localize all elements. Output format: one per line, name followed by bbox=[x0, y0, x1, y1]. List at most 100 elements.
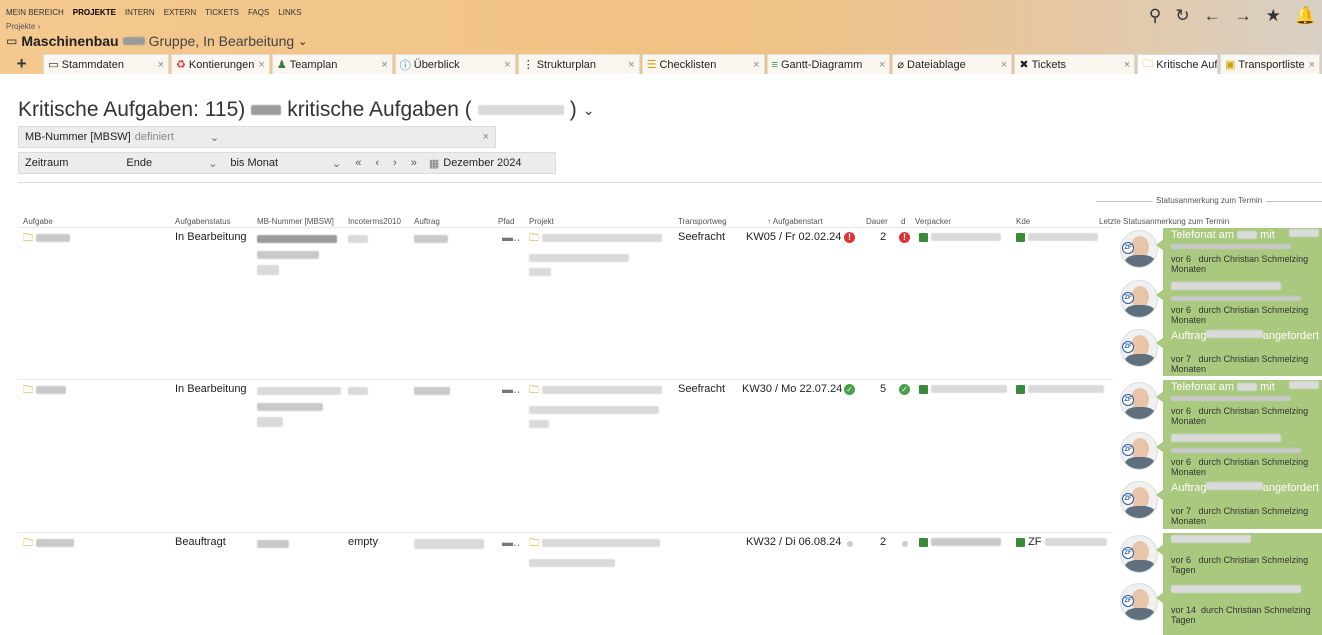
close-icon[interactable]: × bbox=[875, 59, 885, 71]
back-icon[interactable]: ← bbox=[1204, 6, 1221, 26]
breadcrumb[interactable]: Projekte › bbox=[6, 22, 40, 31]
redacted-text bbox=[257, 265, 279, 275]
col-d[interactable]: d bbox=[901, 217, 905, 226]
ende-select[interactable]: Ende bbox=[126, 157, 152, 169]
close-icon[interactable]: × bbox=[1305, 59, 1315, 71]
search-icon[interactable]: ⚲ bbox=[1149, 6, 1161, 26]
tab-tickets[interactable]: ✖ Tickets × bbox=[1014, 54, 1136, 74]
close-icon[interactable]: × bbox=[500, 59, 510, 71]
nav-intern[interactable]: INTERN bbox=[125, 8, 155, 17]
building-icon bbox=[1016, 232, 1025, 242]
redacted-text bbox=[122, 37, 145, 45]
path-icon[interactable]: ▬‥ bbox=[502, 536, 520, 549]
redacted-text bbox=[257, 251, 319, 259]
tab-bar: + ▭ Stammdaten × ♻ Kontierungen × ♟ Teamplan ×… bbox=[0, 54, 1322, 74]
path-icon[interactable]: ▬‥ bbox=[502, 383, 520, 396]
forward-icon[interactable]: → bbox=[1235, 6, 1252, 26]
status-note[interactable]: vor 6 durch Christian Schmelzing Monaten bbox=[1163, 280, 1322, 330]
status-note[interactable]: vor 14 durch Christian Schmelzing Tagen bbox=[1163, 583, 1322, 633]
tab-kontierungen[interactable]: ♻ Kontierungen × bbox=[171, 54, 270, 74]
col-letzte-statusanmerkung[interactable]: Letzte Statusanmerkung zum Termin bbox=[1099, 217, 1229, 226]
avatar[interactable]: ZF bbox=[1120, 230, 1158, 268]
clear-icon[interactable]: × bbox=[483, 131, 489, 143]
close-icon[interactable]: × bbox=[749, 59, 759, 71]
redacted-text bbox=[1171, 243, 1291, 249]
status-note[interactable]: vor 6 durch Christian Schmelzing Tagen bbox=[1163, 533, 1322, 581]
col-aufgabenstatus[interactable]: Aufgabenstatus bbox=[175, 217, 231, 226]
path-icon[interactable]: ▬‥ bbox=[502, 231, 520, 244]
first-icon[interactable]: « bbox=[355, 157, 361, 169]
nav-links[interactable]: LINKS bbox=[278, 8, 301, 17]
col-verpacker[interactable]: Verpacker bbox=[915, 217, 951, 226]
col-kde[interactable]: Kde bbox=[1016, 217, 1030, 226]
star-icon[interactable]: ★ bbox=[1266, 6, 1281, 26]
bis-monat-select[interactable]: bis Monat bbox=[230, 157, 278, 169]
next-icon[interactable]: › bbox=[393, 157, 397, 169]
tab-ueberblick[interactable]: ⓘ Überblick × bbox=[394, 54, 516, 74]
tab-transportliste[interactable]: ▣ Transportliste × bbox=[1219, 54, 1320, 74]
tab-kritische-aufgaben[interactable]: 🗀Kritische Aufgabe× bbox=[1137, 54, 1218, 74]
close-icon[interactable]: × bbox=[997, 59, 1007, 71]
redacted-text bbox=[1237, 231, 1258, 240]
tab-checklisten[interactable]: ☰ Checklisten × bbox=[641, 54, 765, 74]
col-aufgabe[interactable]: Aufgabe bbox=[23, 217, 53, 226]
col-mb-nummer[interactable]: MB-Nummer [MBSW] bbox=[257, 217, 334, 226]
nav-tickets[interactable]: TICKETS bbox=[205, 8, 239, 17]
close-icon[interactable]: × bbox=[154, 59, 164, 71]
close-icon[interactable]: × bbox=[624, 59, 634, 71]
redacted-text bbox=[36, 386, 67, 395]
col-aufgabenstart[interactable]: ↑ Aufgabenstart bbox=[767, 217, 823, 226]
calendar-icon[interactable]: ▦ bbox=[429, 157, 439, 170]
status-note[interactable]: Auftrag angefordert vor 7 durch Christian… bbox=[1163, 329, 1322, 375]
avatar[interactable]: ZF bbox=[1120, 329, 1158, 367]
avatar[interactable]: ZF bbox=[1120, 583, 1158, 621]
redacted-text bbox=[257, 387, 341, 396]
chevron-down-icon[interactable]: ⌄ bbox=[210, 131, 219, 144]
mb-nummer-filter[interactable]: MB-Nummer [MBSW] definiert ⌄ × bbox=[18, 126, 496, 148]
tab-gantt[interactable]: ≡ Gantt-Diagramm × bbox=[766, 54, 891, 74]
card-icon: ▭ bbox=[6, 34, 18, 48]
task-status: In Bearbeitung bbox=[175, 383, 247, 395]
chevron-down-icon[interactable]: ⌄ bbox=[208, 157, 217, 170]
col-pfad[interactable]: Pfad bbox=[498, 217, 514, 226]
close-icon[interactable]: × bbox=[254, 59, 264, 71]
status-note[interactable]: Telefonat am mit vor 6 durch Christian S… bbox=[1163, 380, 1322, 430]
chevron-down-icon[interactable]: ⌄ bbox=[332, 157, 341, 170]
nav-faqs[interactable]: FAQS bbox=[248, 8, 269, 17]
chevron-down-icon[interactable]: ⌄ bbox=[583, 102, 595, 119]
refresh-icon[interactable]: ↻ bbox=[1175, 6, 1189, 26]
col-projekt[interactable]: Projekt bbox=[529, 217, 554, 226]
avatar[interactable]: ZF bbox=[1120, 535, 1158, 573]
redacted-text bbox=[1171, 434, 1281, 443]
close-icon[interactable]: × bbox=[377, 59, 387, 71]
add-tab-button[interactable]: + bbox=[0, 54, 43, 74]
bell-icon[interactable]: 🔔 bbox=[1295, 6, 1316, 26]
avatar[interactable]: ZF bbox=[1120, 432, 1158, 470]
close-icon[interactable]: × bbox=[1120, 59, 1130, 71]
nav-extern[interactable]: EXTERN bbox=[164, 8, 196, 17]
avatar[interactable]: ZF bbox=[1120, 481, 1158, 519]
avatar[interactable]: ZF bbox=[1120, 280, 1158, 318]
project-title[interactable]: ▭ Maschinenbau Gruppe, In Bearbeitung ⌄ bbox=[6, 33, 307, 49]
chevron-down-icon[interactable]: ⌄ bbox=[298, 35, 307, 48]
tab-stammdaten[interactable]: ▭ Stammdaten × bbox=[43, 54, 170, 74]
zeitraum-filter[interactable]: Zeitraum Ende ⌄ bis Monat ⌄ « ‹ › » ▦ De… bbox=[18, 152, 556, 174]
prev-icon[interactable]: ‹ bbox=[375, 157, 379, 169]
col-dauer[interactable]: Dauer bbox=[866, 217, 888, 226]
status-note[interactable]: Telefonat am mit vor 6 durch Christian S… bbox=[1163, 228, 1322, 278]
col-auftrag[interactable]: Auftrag bbox=[414, 217, 440, 226]
col-incoterms[interactable]: Incoterms2010 bbox=[348, 217, 401, 226]
neutral-dot-icon bbox=[847, 541, 853, 547]
status-note[interactable]: Auftrag angefordert vor 7 durch Christian… bbox=[1163, 481, 1322, 527]
avatar[interactable]: ZF bbox=[1120, 382, 1158, 420]
tab-dateiablage[interactable]: ⌀ Dateiablage × bbox=[892, 54, 1013, 74]
tab-strukturplan[interactable]: ⋮ Strukturplan × bbox=[517, 54, 640, 74]
col-transportweg[interactable]: Transportweg bbox=[678, 217, 727, 226]
last-icon[interactable]: » bbox=[411, 157, 417, 169]
tab-teamplan[interactable]: ♟ Teamplan × bbox=[271, 54, 393, 74]
folder-icon: 🗀 bbox=[529, 385, 539, 396]
status-note[interactable]: vor 6 durch Christian Schmelzing Monaten bbox=[1163, 432, 1322, 482]
nav-projekte[interactable]: PROJEKTE bbox=[73, 8, 116, 17]
nav-mein-bereich[interactable]: MEIN BEREICH bbox=[6, 8, 64, 17]
redacted-text bbox=[348, 387, 368, 396]
